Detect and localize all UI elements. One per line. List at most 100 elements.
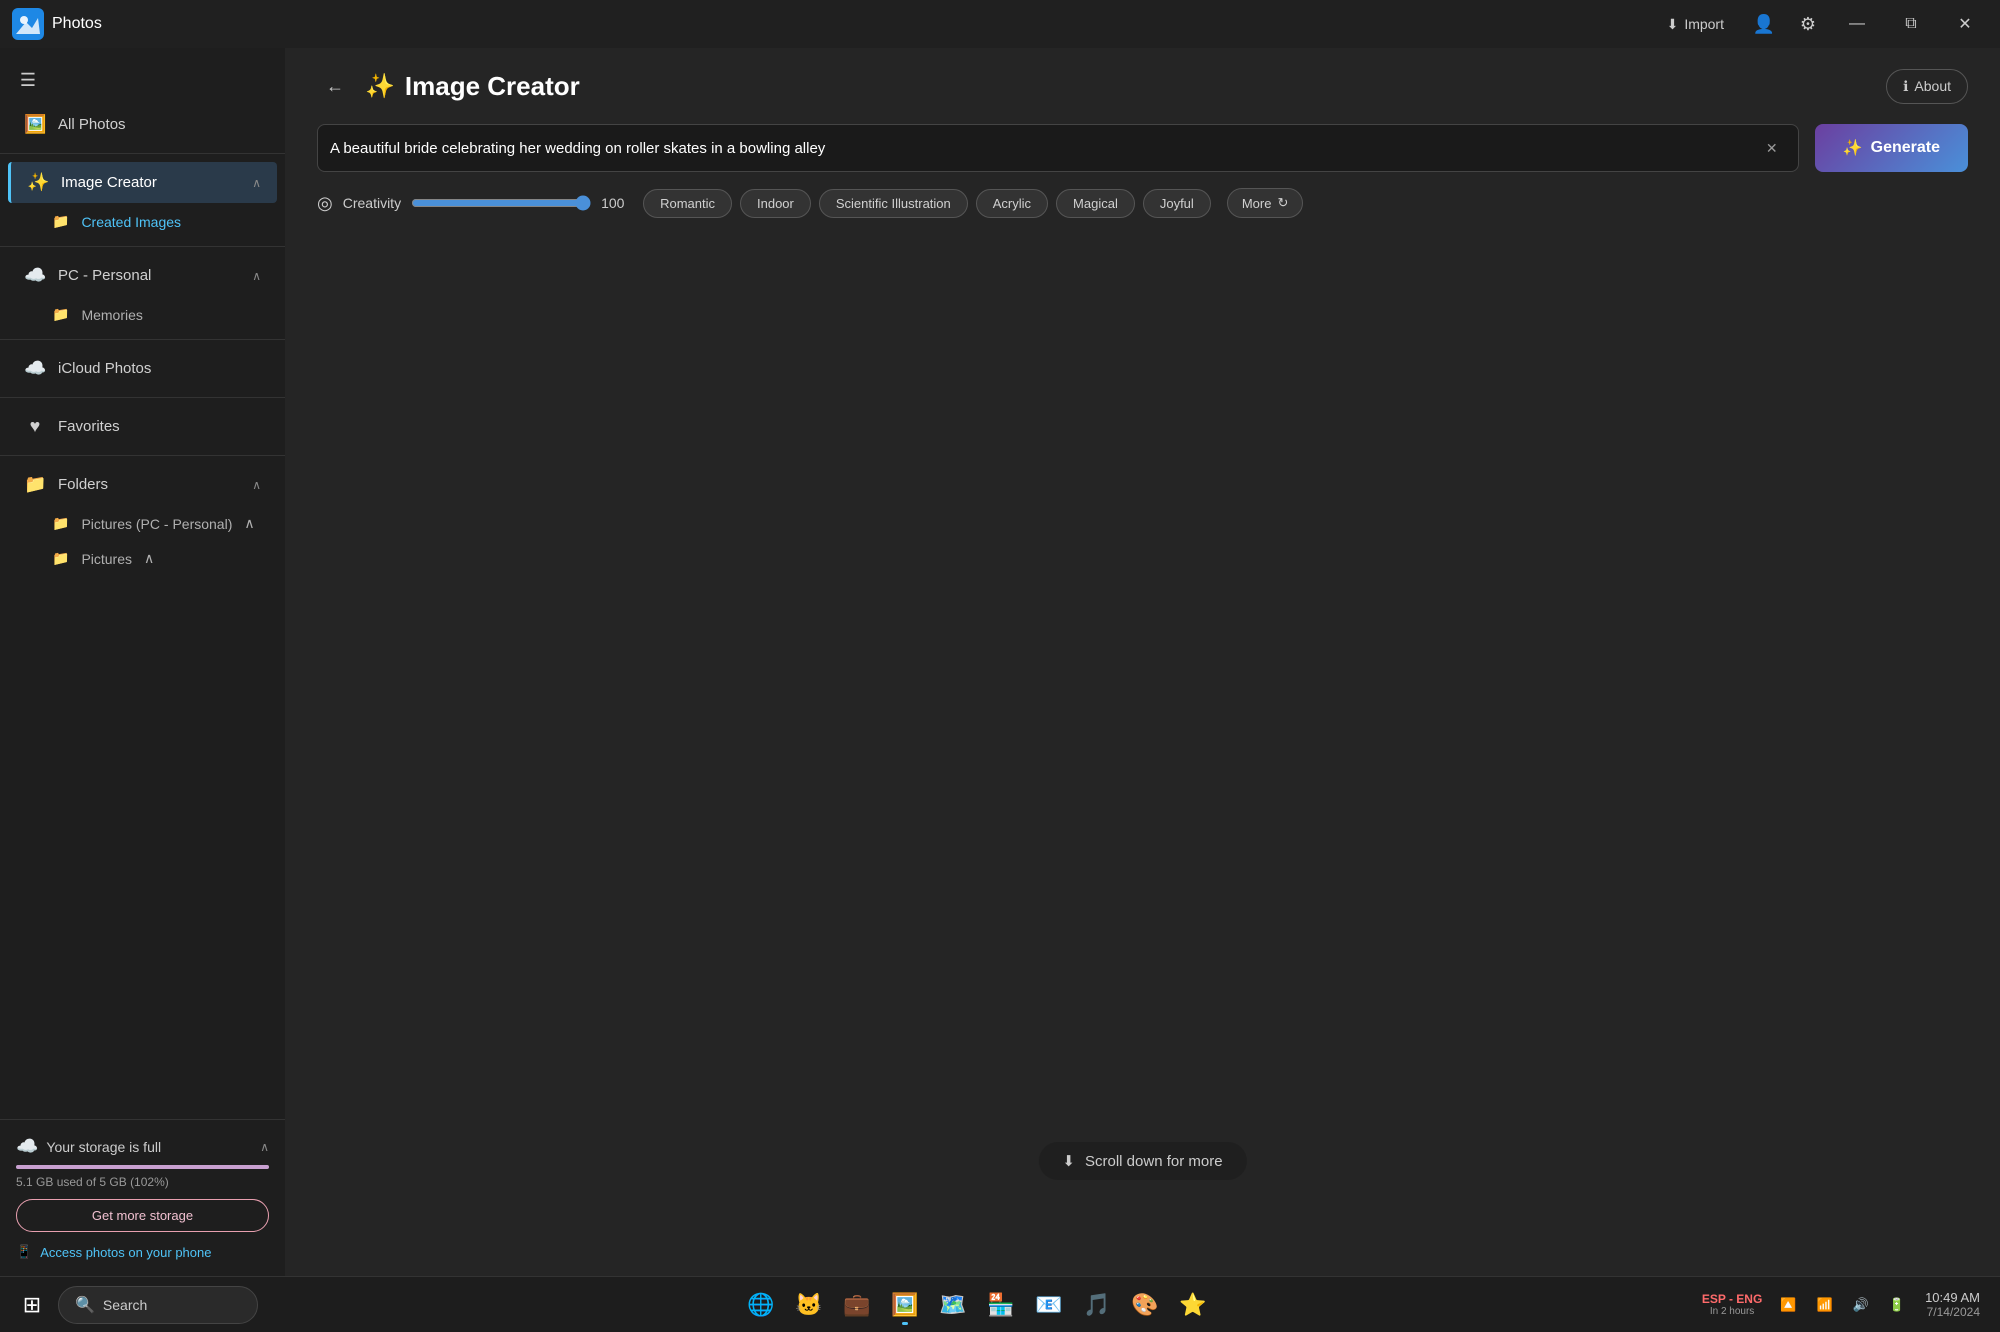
sidebar-section-folders [0,455,285,456]
page-title-area: ✨ Image Creator [365,71,580,102]
content-header: ← ✨ Image Creator ℹ About ✕ ✨ [285,48,2000,230]
sidebar-item-pc-personal[interactable]: ☁️ PC - Personal ∧ [8,255,277,296]
app-icon [12,8,44,40]
pc-chevron-icon: ∧ [252,269,261,283]
start-button[interactable]: ⊞ [12,1285,52,1325]
creativity-value: 100 [601,195,631,211]
storage-chevron-icon[interactable]: ∧ [260,1140,269,1154]
pictures-chevron: ∧ [144,550,154,567]
scroll-down-icon: ⬇ [1062,1152,1075,1170]
storage-bar-fill [16,1165,269,1169]
import-button[interactable]: ⬇ Import [1653,10,1738,39]
created-images-icon: 📁 [52,213,69,230]
taskbar-search[interactable]: 🔍 Search [58,1286,258,1324]
filter-magical[interactable]: Magical [1056,189,1135,218]
scroll-down-overlay[interactable]: ⬇ Scroll down for more [1038,1142,1246,1180]
taskbar-app-extra1[interactable]: 🎨 [1123,1283,1167,1327]
sidebar-item-created-images[interactable]: 📁 Created Images [8,205,277,238]
more-refresh-icon: ↻ [1277,195,1288,211]
prompt-input[interactable] [330,140,1758,157]
titlebar-actions: ⬇ Import 👤 ⚙ — ⧉ ✕ [1653,6,1988,42]
sidebar-item-pictures[interactable]: 📁 Pictures ∧ [8,542,277,575]
time-display: 10:49 AM [1925,1290,1980,1305]
sidebar-section-pc [0,246,285,247]
about-button[interactable]: ℹ About [1886,69,1968,104]
volume-icon[interactable]: 🔊 [1845,1293,1877,1317]
close-button[interactable]: ✕ [1942,8,1988,40]
storage-cloud-icon: ☁️ [16,1136,38,1157]
about-icon: ℹ [1903,78,1908,95]
icloud-label: iCloud Photos [58,360,261,377]
sidebar-section-icloud [0,339,285,340]
sidebar-item-pictures-pc[interactable]: 📁 Pictures (PC - Personal) ∧ [8,507,277,540]
taskbar-app-maps[interactable]: 🗺️ [931,1283,975,1327]
generate-icon: ✨ [1843,138,1863,158]
pictures-icon: 📁 [52,550,69,567]
filter-acrylic[interactable]: Acrylic [976,189,1048,218]
header-left: ← ✨ Image Creator [317,68,580,104]
hamburger-menu[interactable]: ☰ [8,60,48,100]
lang-main: ESP - ENG [1702,1292,1762,1306]
taskbar-app-1[interactable]: 🐱 [787,1283,831,1327]
folders-chevron-icon: ∧ [252,478,261,492]
taskbar-app-photos[interactable]: 🖼️ [883,1283,927,1327]
filter-indoor[interactable]: Indoor [740,189,811,218]
get-storage-button[interactable]: Get more storage [16,1199,269,1232]
settings-icon[interactable]: ⚙ [1790,6,1826,42]
restore-button[interactable]: ⧉ [1888,8,1934,40]
sidebar-item-memories[interactable]: 📁 Memories [8,298,277,331]
language-selector[interactable]: ESP - ENG In 2 hours [1696,1290,1768,1319]
pictures-pc-label: Pictures (PC - Personal) [81,516,232,532]
header-top: ← ✨ Image Creator ℹ About [317,68,1968,104]
sidebar-item-icloud[interactable]: ☁️ iCloud Photos [8,348,277,389]
about-label: About [1914,78,1951,94]
taskbar-app-mail[interactable]: 📧 [1027,1283,1071,1327]
memories-icon: 📁 [52,306,69,323]
folders-label: Folders [58,476,240,493]
taskbar-app-2[interactable]: 💼 [835,1283,879,1327]
created-images-label: Created Images [81,214,181,230]
titlebar: Photos ⬇ Import 👤 ⚙ — ⧉ ✕ [0,0,2000,48]
image-grid-wrapper: ⬇ Scroll down for more [285,230,2000,1276]
favorites-label: Favorites [58,418,261,435]
creativity-icon: ◎ [317,193,333,214]
access-phone-link[interactable]: 📱 Access photos on your phone [16,1244,269,1260]
creativity-slider[interactable] [411,195,591,211]
taskbar-app-store[interactable]: 🏪 [979,1283,1023,1327]
taskbar-app-edge[interactable]: 🌐 [739,1283,783,1327]
pictures-pc-chevron: ∧ [244,515,254,532]
main-content: ← ✨ Image Creator ℹ About ✕ ✨ [285,48,2000,1276]
search-area: ✕ ✨ Generate [317,124,1968,172]
date-display: 7/14/2024 [1925,1305,1980,1319]
tray-up-icon: 🔼 [1780,1297,1796,1313]
lang-time: In 2 hours [1710,1306,1754,1317]
page-title: Image Creator [405,71,580,102]
taskbar-app-extra2[interactable]: ⭐ [1171,1283,1215,1327]
taskbar-search-text: Search [103,1297,147,1313]
wifi-icon[interactable]: 📶 [1809,1293,1841,1317]
clock[interactable]: 10:49 AM 7/14/2024 [1917,1286,1988,1323]
storage-label: ☁️ Your storage is full [16,1136,161,1157]
sidebar-section-creator [0,153,285,154]
taskbar-app-music[interactable]: 🎵 [1075,1283,1119,1327]
system-tray[interactable]: 🔼 [1772,1293,1804,1317]
pc-personal-label: PC - Personal [58,267,240,284]
app-title: Photos [52,15,1653,33]
sidebar-item-image-creator[interactable]: ✨ Image Creator ∧ [8,162,277,203]
minimize-button[interactable]: — [1834,8,1880,40]
battery-icon[interactable]: 🔋 [1881,1293,1913,1317]
filter-romantic[interactable]: Romantic [643,189,732,218]
generate-button[interactable]: ✨ Generate [1815,124,1968,172]
pictures-pc-icon: 📁 [52,515,69,532]
storage-header: ☁️ Your storage is full ∧ [16,1136,269,1157]
more-label: More [1242,196,1272,211]
back-button[interactable]: ← [317,68,353,104]
sidebar-item-all-photos[interactable]: 🖼️ All Photos [8,104,277,145]
more-button[interactable]: More ↻ [1227,188,1304,218]
sidebar-item-favorites[interactable]: ♥ Favorites [8,406,277,447]
filter-joyful[interactable]: Joyful [1143,189,1211,218]
sidebar-item-folders[interactable]: 📁 Folders ∧ [8,464,277,505]
filter-scientific[interactable]: Scientific Illustration [819,189,968,218]
prompt-clear-button[interactable]: ✕ [1758,134,1786,162]
user-avatar[interactable]: 👤 [1746,6,1782,42]
